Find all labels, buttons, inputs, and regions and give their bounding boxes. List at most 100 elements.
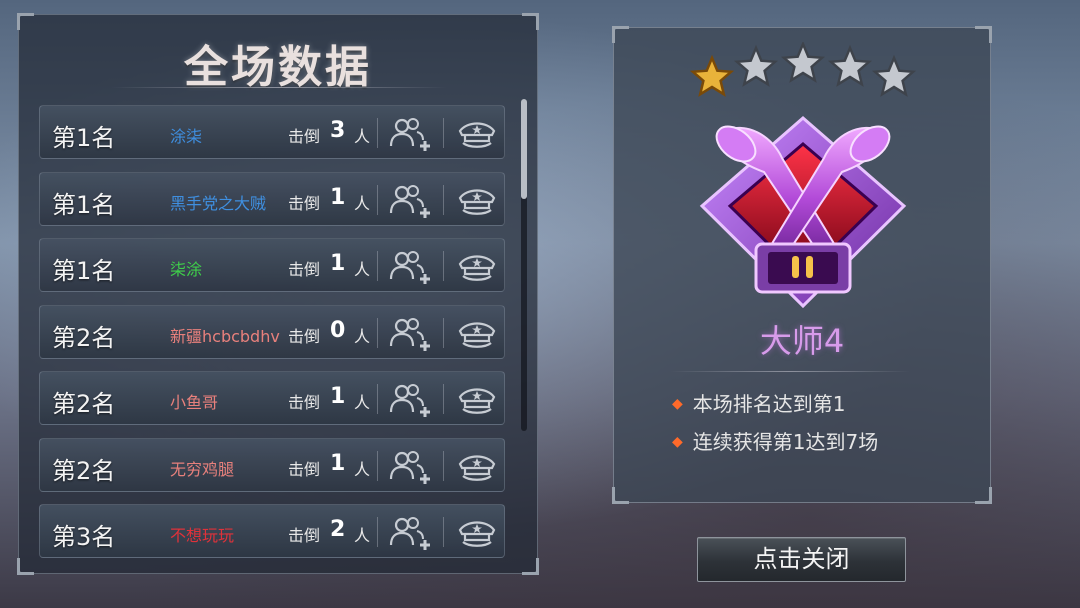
panel-corner (612, 487, 629, 504)
rank-stars (690, 42, 916, 97)
officer-cap-icon[interactable] (457, 317, 497, 351)
player-row: 第1名 涂柒 击倒 3 人 (39, 105, 505, 159)
title-divider (111, 87, 447, 88)
kill-count: 3 (330, 118, 346, 143)
player-name: 小鱼哥 (170, 393, 219, 412)
player-row: 第2名 小鱼哥 击倒 1 人 (39, 371, 505, 425)
player-name: 柒涂 (170, 260, 203, 279)
add-friend-icon[interactable] (387, 515, 431, 551)
panel-title: 全场数据 (184, 42, 372, 93)
rank-tier-name: 大师4 (759, 322, 845, 360)
panel-corner (522, 558, 539, 575)
player-row: 第1名 柒涂 击倒 1 人 (39, 238, 505, 292)
officer-cap-icon[interactable] (457, 117, 497, 151)
officer-cap-icon[interactable] (457, 184, 497, 218)
player-rank: 第2名 (52, 323, 116, 352)
player-rank: 第2名 (52, 390, 116, 418)
player-name: 新疆hcbcbdhv (170, 326, 280, 346)
player-row: 第3名 不想玩玩 击倒 2 人 (39, 504, 505, 558)
achievement-item: ◆ 连续获得第1达到7场 (672, 426, 878, 455)
panel-corner (522, 13, 539, 30)
match-stats-panel: 全场数据 第1名 涂柒 击倒 3 人第1名 黑手党之大贼 击倒 1 人第1名 柒涂 击倒 1 人第2名新… (17, 13, 539, 575)
kill-label: 击倒 (288, 127, 321, 146)
player-rank: 第2名 (52, 456, 116, 485)
star-empty-icon (871, 54, 916, 97)
achievement-text: 本场排名达到第1 (692, 392, 846, 416)
officer-cap-icon[interactable] (457, 450, 497, 484)
player-row: 第1名 黑手党之大贼 击倒 1 人 (39, 171, 505, 226)
info-divider (670, 371, 910, 372)
player-name: 不想玩玩 (170, 526, 235, 545)
rank-result-panel: 大师4 ◆ 本场排名达到第1 ◆ 连续获得第1达到7场 (612, 26, 992, 504)
divider (443, 251, 444, 281)
divider (377, 517, 378, 547)
star-filled-icon (690, 54, 735, 97)
divider (443, 118, 444, 148)
divider (377, 184, 378, 215)
kill-label: 击倒 (288, 260, 321, 279)
divider (443, 184, 444, 215)
kill-unit: 人 (354, 526, 371, 545)
add-friend-icon[interactable] (387, 449, 431, 485)
officer-cap-icon[interactable] (457, 250, 497, 284)
kill-unit: 人 (354, 193, 371, 213)
panel-corner (975, 26, 992, 43)
kill-unit: 人 (354, 326, 371, 346)
achievement-text: 连续获得第1达到7场 (692, 430, 879, 454)
close-button[interactable]: 点击关闭 (697, 537, 906, 582)
panel-corner (612, 26, 629, 43)
officer-cap-icon[interactable] (457, 516, 497, 550)
divider (443, 317, 444, 348)
kill-count: 1 (330, 184, 346, 210)
divider (377, 384, 378, 414)
player-row: 第2名 新疆hcbcbdhv 击倒 0 人 (39, 304, 505, 359)
achievement-item: ◆ 本场排名达到第1 (672, 388, 846, 417)
player-list: 第1名 涂柒 击倒 3 人第1名 黑手党之大贼 击倒 1 人第1名 柒涂 击倒 1 人第2名 新疆hcbc… (39, 105, 505, 571)
scrollbar-thumb[interactable] (521, 99, 527, 199)
kill-label: 击倒 (288, 526, 321, 545)
bullet-icon: ◆ (672, 434, 683, 450)
star-empty-icon (780, 42, 826, 83)
player-row: 第2名 无穷鸡腿 击倒 1 人 (39, 437, 505, 492)
player-rank: 第1名 (52, 190, 116, 219)
divider (377, 118, 378, 148)
kill-label: 击倒 (288, 393, 321, 412)
kill-count: 1 (330, 251, 346, 276)
add-friend-icon[interactable] (387, 249, 431, 285)
divider (377, 450, 378, 481)
divider (443, 384, 444, 414)
star-empty-icon (827, 44, 873, 87)
kill-unit: 人 (354, 393, 371, 412)
divider (377, 251, 378, 281)
divider (443, 450, 444, 481)
kill-count: 0 (330, 317, 346, 343)
panel-corner (17, 13, 34, 30)
player-name: 黑手党之大贼 (170, 193, 267, 213)
bullet-icon: ◆ (672, 396, 683, 412)
add-friend-icon[interactable] (387, 183, 431, 219)
player-name: 无穷鸡腿 (170, 459, 235, 479)
kill-unit: 人 (354, 260, 371, 279)
scrollbar[interactable] (521, 99, 527, 431)
officer-cap-icon[interactable] (457, 383, 497, 417)
player-rank: 第1名 (52, 124, 116, 152)
panel-corner (17, 558, 34, 575)
kill-unit: 人 (354, 459, 371, 479)
player-name: 涂柒 (170, 127, 203, 146)
rocket-emblem-icon (699, 116, 907, 309)
kill-label: 击倒 (288, 459, 321, 479)
player-rank: 第1名 (52, 257, 116, 285)
add-friend-icon[interactable] (387, 116, 431, 152)
player-rank: 第3名 (52, 523, 116, 551)
kill-count: 2 (330, 517, 346, 542)
kill-count: 1 (330, 384, 346, 409)
kill-count: 1 (330, 450, 346, 476)
add-friend-icon[interactable] (387, 382, 431, 418)
star-empty-icon (733, 44, 779, 87)
add-friend-icon[interactable] (387, 316, 431, 352)
divider (377, 317, 378, 348)
panel-corner (975, 487, 992, 504)
kill-unit: 人 (354, 127, 371, 146)
kill-label: 击倒 (288, 193, 321, 213)
kill-label: 击倒 (288, 326, 321, 346)
